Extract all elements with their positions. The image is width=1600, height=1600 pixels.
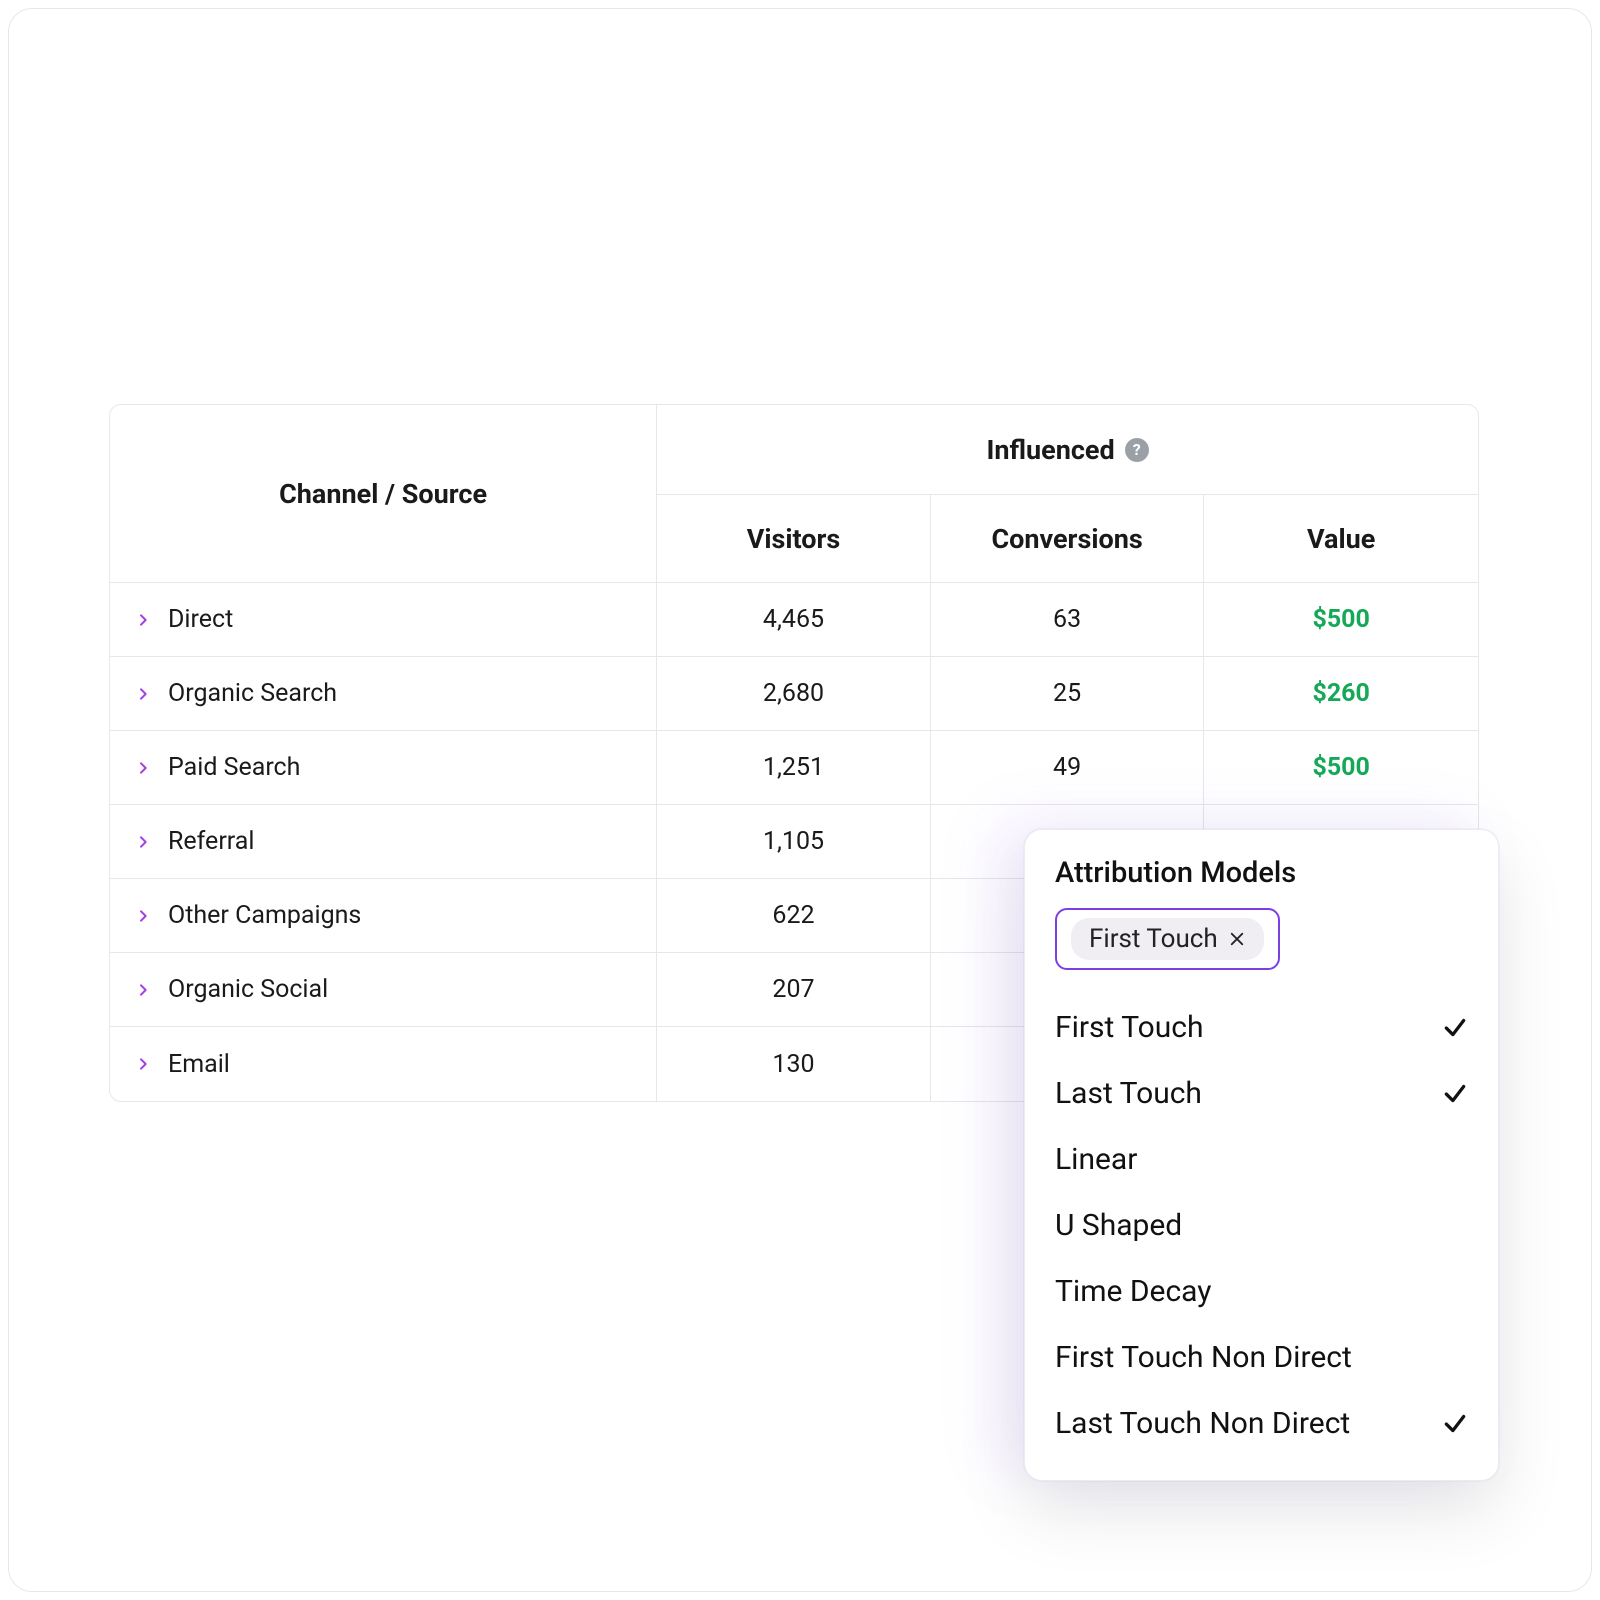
attribution-models-popover: Attribution Models First Touch First Tou… xyxy=(1024,829,1499,1481)
chevron-right-icon[interactable] xyxy=(132,683,154,705)
chevron-right-icon[interactable] xyxy=(132,609,154,631)
channel-cell[interactable]: Organic Search xyxy=(110,657,657,731)
channel-cell[interactable]: Organic Social xyxy=(110,953,657,1027)
check-icon xyxy=(1442,1014,1468,1040)
remove-chip-icon[interactable] xyxy=(1228,930,1246,948)
channel-label: Paid Search xyxy=(168,753,300,782)
chevron-right-icon[interactable] xyxy=(132,757,154,779)
channel-label: Referral xyxy=(168,827,254,856)
channel-cell[interactable]: Email xyxy=(110,1027,657,1101)
popover-title: Attribution Models xyxy=(1055,856,1468,890)
attribution-model-option-label: Time Decay xyxy=(1055,1274,1211,1309)
check-icon xyxy=(1442,1410,1468,1436)
attribution-model-option-label: Linear xyxy=(1055,1142,1137,1177)
column-group-influenced: Influenced ? xyxy=(657,405,1478,495)
column-header-channel-label: Channel / Source xyxy=(279,478,487,510)
conversions-cell: 63 xyxy=(931,583,1205,657)
attribution-model-options: First Touch Last Touch Linear U Shaped Time … xyxy=(1055,994,1468,1456)
visitors-cell: 2,680 xyxy=(657,657,931,731)
chevron-right-icon[interactable] xyxy=(132,979,154,1001)
attribution-model-option-label: Last Touch xyxy=(1055,1076,1202,1111)
channel-label: Direct xyxy=(168,605,233,634)
conversions-cell: 49 xyxy=(931,731,1205,805)
channel-cell[interactable]: Referral xyxy=(110,805,657,879)
help-icon[interactable]: ? xyxy=(1125,438,1149,462)
selected-models-field[interactable]: First Touch xyxy=(1055,908,1280,970)
visitors-cell: 130 xyxy=(657,1027,931,1101)
channel-cell[interactable]: Paid Search xyxy=(110,731,657,805)
attribution-model-option[interactable]: U Shaped xyxy=(1055,1192,1468,1258)
attribution-model-option[interactable]: Time Decay xyxy=(1055,1258,1468,1324)
attribution-model-option-label: U Shaped xyxy=(1055,1208,1182,1243)
channel-cell[interactable]: Other Campaigns xyxy=(110,879,657,953)
check-icon xyxy=(1442,1080,1468,1106)
visitors-cell: 1,251 xyxy=(657,731,931,805)
value-cell: $260 xyxy=(1204,657,1478,731)
chevron-right-icon[interactable] xyxy=(132,831,154,853)
attribution-model-option-label: First Touch xyxy=(1055,1010,1204,1045)
table-row: Paid Search 1,25149$500 xyxy=(110,731,1478,805)
visitors-cell: 1,105 xyxy=(657,805,931,879)
attribution-model-option[interactable]: Last Touch Non Direct xyxy=(1055,1390,1468,1456)
channel-label: Organic Social xyxy=(168,975,328,1004)
app-frame: Channel / Source Influenced ? Visitors xyxy=(8,8,1592,1592)
attribution-model-option[interactable]: First Touch xyxy=(1055,994,1468,1060)
visitors-cell: 4,465 xyxy=(657,583,931,657)
table-row: Direct 4,46563$500 xyxy=(110,583,1478,657)
table-row: Organic Search 2,68025$260 xyxy=(110,657,1478,731)
column-header-visitors: Visitors xyxy=(657,495,931,583)
channel-label: Email xyxy=(168,1050,230,1079)
chevron-right-icon[interactable] xyxy=(132,1053,154,1075)
chevron-right-icon[interactable] xyxy=(132,905,154,927)
column-header-value: Value xyxy=(1204,495,1478,583)
channel-label: Organic Search xyxy=(168,679,337,708)
column-header-conversions: Conversions xyxy=(931,495,1205,583)
visitors-cell: 207 xyxy=(657,953,931,1027)
attribution-model-option[interactable]: Last Touch xyxy=(1055,1060,1468,1126)
selected-model-chip[interactable]: First Touch xyxy=(1071,918,1264,960)
value-cell: $500 xyxy=(1204,583,1478,657)
column-group-influenced-label: Influenced xyxy=(986,434,1114,466)
value-cell: $500 xyxy=(1204,731,1478,805)
attribution-model-option[interactable]: First Touch Non Direct xyxy=(1055,1324,1468,1390)
attribution-model-option-label: Last Touch Non Direct xyxy=(1055,1406,1350,1441)
conversions-cell: 25 xyxy=(931,657,1205,731)
channel-cell[interactable]: Direct xyxy=(110,583,657,657)
attribution-model-option[interactable]: Linear xyxy=(1055,1126,1468,1192)
column-header-channel: Channel / Source xyxy=(110,405,657,583)
channel-label: Other Campaigns xyxy=(168,901,361,930)
selected-model-chip-label: First Touch xyxy=(1089,924,1218,954)
visitors-cell: 622 xyxy=(657,879,931,953)
attribution-model-option-label: First Touch Non Direct xyxy=(1055,1340,1352,1375)
